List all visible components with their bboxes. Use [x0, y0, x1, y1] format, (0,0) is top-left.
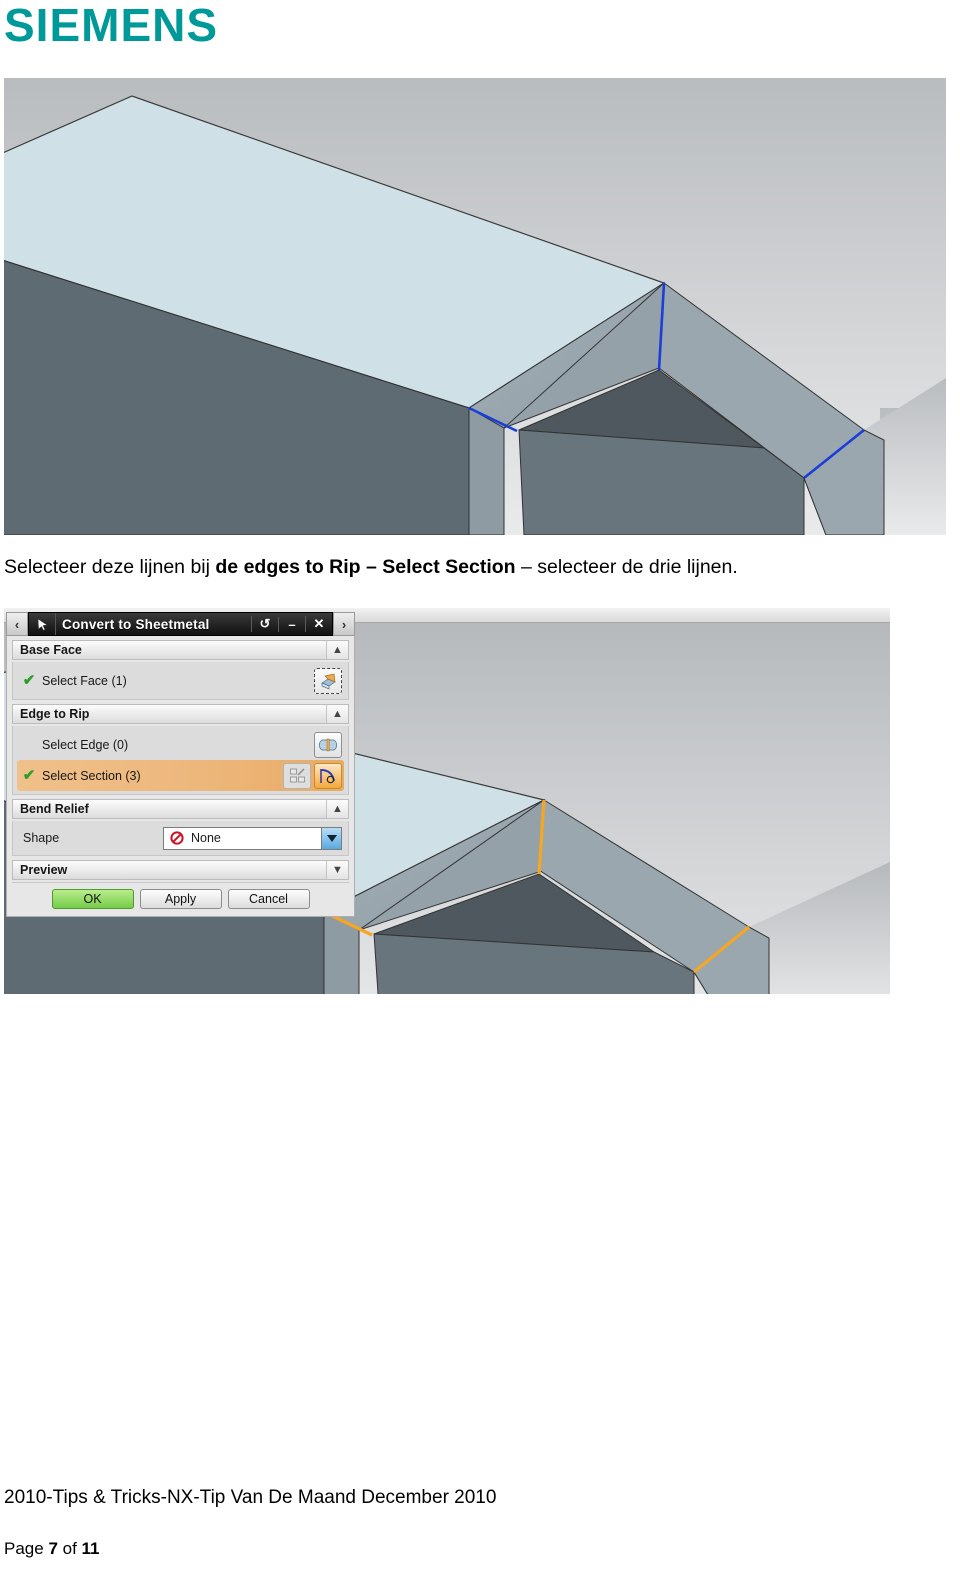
chevron-up-icon[interactable]: ▲ — [326, 800, 348, 818]
select-edge-icon-button[interactable] — [314, 731, 342, 758]
select-face-label: Select Face (1) — [42, 673, 127, 688]
section-options-icon-button[interactable] — [283, 762, 311, 789]
select-edge-label: Select Edge (0) — [42, 737, 129, 752]
section-settings-icon — [289, 768, 305, 783]
ok-button[interactable]: OK — [51, 889, 134, 909]
group-header-edge-to-rip[interactable]: Edge to Rip ▲ — [12, 704, 349, 724]
footer-page-line: Page 7 of 11 — [4, 1539, 100, 1559]
chevron-up-icon[interactable]: ▲ — [326, 641, 348, 659]
select-face-row[interactable]: ✔ Select Face (1) — [17, 665, 344, 696]
checkmark-icon: ✔ — [22, 672, 36, 689]
cursor-arrow-icon — [29, 613, 56, 635]
select-section-label: Select Section (3) — [42, 768, 141, 783]
group-content-base-face: ✔ Select Face (1) — [12, 662, 349, 700]
group-label-bend-relief: Bend Relief — [20, 802, 89, 816]
nav-prev-button[interactable]: ‹ — [6, 612, 28, 636]
chevron-down-icon[interactable]: ▼ — [326, 861, 348, 879]
group-label-preview: Preview — [20, 863, 68, 877]
shape-label: Shape — [23, 831, 60, 845]
dialog-body: Base Face ▲ ✔ Select Face (1) Edge to Ri… — [6, 636, 355, 917]
curve-section-icon — [320, 768, 335, 783]
cad-viewport-top — [4, 78, 946, 535]
group-label-base-face: Base Face — [20, 643, 82, 657]
group-header-preview[interactable]: Preview ▼ — [12, 860, 349, 880]
caption-part2: – selecteer de drie lijnen. — [515, 556, 738, 578]
footer-document-line: 2010-Tips & Tricks-NX-Tip Van De Maand D… — [4, 1487, 497, 1508]
dialog-button-bar: OK Apply Cancel — [12, 882, 349, 916]
apply-button[interactable]: Apply — [139, 889, 222, 909]
group-header-base-face[interactable]: Base Face ▲ — [12, 640, 349, 660]
shape-selected-value: None — [191, 831, 221, 845]
chevron-down-icon[interactable] — [321, 827, 341, 849]
select-section-icon-button[interactable] — [314, 762, 342, 789]
select-section-row[interactable]: ✔ Select Section (3) — [17, 760, 344, 791]
group-content-edge-to-rip: Select Edge (0) ✔ Select Section (3) — [12, 726, 349, 795]
page-prefix: Page — [4, 1539, 49, 1558]
cancel-button[interactable]: Cancel — [227, 889, 310, 909]
reset-button[interactable]: ↺ — [251, 616, 278, 632]
caption-bold: de edges to Rip – Select Section — [215, 556, 516, 578]
caption-part1: Selecteer deze lijnen bij — [4, 556, 216, 578]
siemens-logo: SIEMENS — [4, 0, 219, 51]
shape-row: Shape None — [17, 824, 344, 852]
cad-model-top-svg — [4, 78, 946, 535]
page-total: 11 — [81, 1539, 100, 1558]
convert-to-sheetmetal-dialog[interactable]: ‹ Convert to Sheetmetal ↺ – ✕ › Base Fac… — [6, 612, 355, 917]
group-label-edge-to-rip: Edge to Rip — [20, 707, 90, 721]
none-prohibition-icon — [164, 831, 187, 845]
select-face-icon-button[interactable] — [314, 667, 342, 694]
dialog-titlebar[interactable]: ‹ Convert to Sheetmetal ↺ – ✕ › — [6, 612, 355, 636]
caption-text: Selecteer deze lijnen bij de edges to Ri… — [4, 556, 954, 579]
shape-select[interactable]: None — [163, 826, 342, 850]
minimize-button[interactable]: – — [278, 616, 305, 632]
checkmark-icon: ✔ — [22, 767, 36, 784]
select-edge-row[interactable]: Select Edge (0) — [17, 729, 344, 760]
group-header-bend-relief[interactable]: Bend Relief ▲ — [12, 799, 349, 819]
page-middle: of — [57, 1539, 82, 1558]
edge-select-icon — [319, 738, 337, 751]
page-number: 7 — [48, 1539, 58, 1558]
chevron-up-icon[interactable]: ▲ — [326, 705, 348, 723]
close-button[interactable]: ✕ — [305, 616, 332, 632]
group-content-bend-relief: Shape None — [12, 821, 349, 856]
face-select-icon — [321, 673, 336, 690]
dialog-title: Convert to Sheetmetal — [62, 616, 210, 632]
titlebar-dark-area: Convert to Sheetmetal ↺ – ✕ — [28, 612, 333, 636]
nav-next-button[interactable]: › — [333, 612, 355, 636]
